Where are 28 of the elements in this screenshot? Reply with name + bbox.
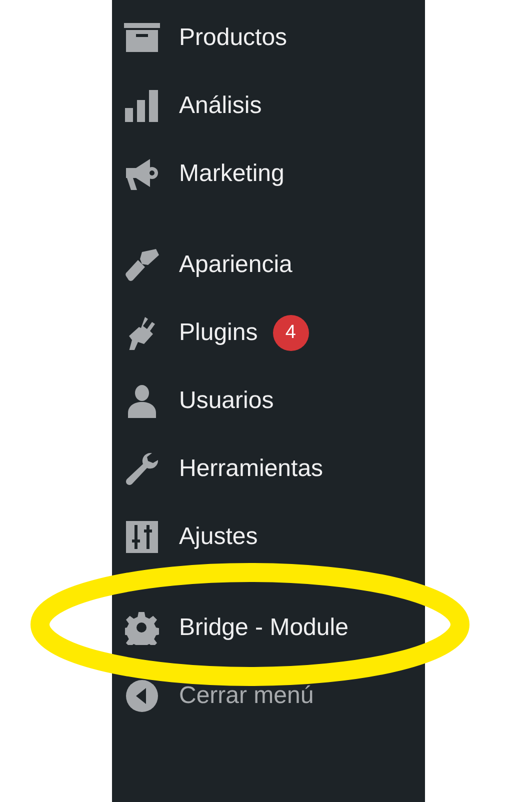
menu-label: Análisis bbox=[179, 91, 262, 121]
menu-item[interactable]: Marketing bbox=[112, 140, 425, 208]
menu-item[interactable]: Bridge - Module bbox=[112, 594, 425, 662]
sliders-icon bbox=[126, 521, 158, 553]
menu-item[interactable]: Productos bbox=[112, 4, 425, 72]
user-icon bbox=[125, 384, 159, 418]
menu-item[interactable]: Apariencia bbox=[112, 231, 425, 299]
menu-label: Bridge - Module bbox=[179, 613, 348, 643]
menu-label: Herramientas bbox=[179, 454, 324, 484]
menu-item[interactable]: Herramientas bbox=[112, 435, 425, 503]
box-icon bbox=[124, 23, 160, 53]
megaphone-icon bbox=[124, 156, 160, 192]
menu-label: Productos bbox=[179, 23, 288, 53]
update-count-badge: 4 bbox=[272, 315, 309, 351]
menu-item[interactable]: Análisis bbox=[112, 72, 425, 140]
menu-item[interactable]: Plugins 4 bbox=[112, 299, 425, 367]
menu-label: Marketing bbox=[179, 159, 284, 189]
paintbrush-icon bbox=[124, 248, 160, 282]
menu-label: Ajustes bbox=[179, 522, 258, 552]
menu-label: Usuarios bbox=[179, 386, 274, 416]
wrench-icon bbox=[125, 452, 159, 486]
gear-icon bbox=[125, 611, 159, 645]
menu-item[interactable]: Ajustes bbox=[112, 503, 425, 571]
menu-label: Plugins bbox=[179, 318, 258, 348]
menu-item[interactable]: Usuarios bbox=[112, 367, 425, 435]
collapse-menu-button[interactable]: Cerrar menú bbox=[112, 662, 425, 730]
menu-label: Apariencia bbox=[179, 250, 292, 280]
bar-chart-icon bbox=[125, 90, 159, 122]
